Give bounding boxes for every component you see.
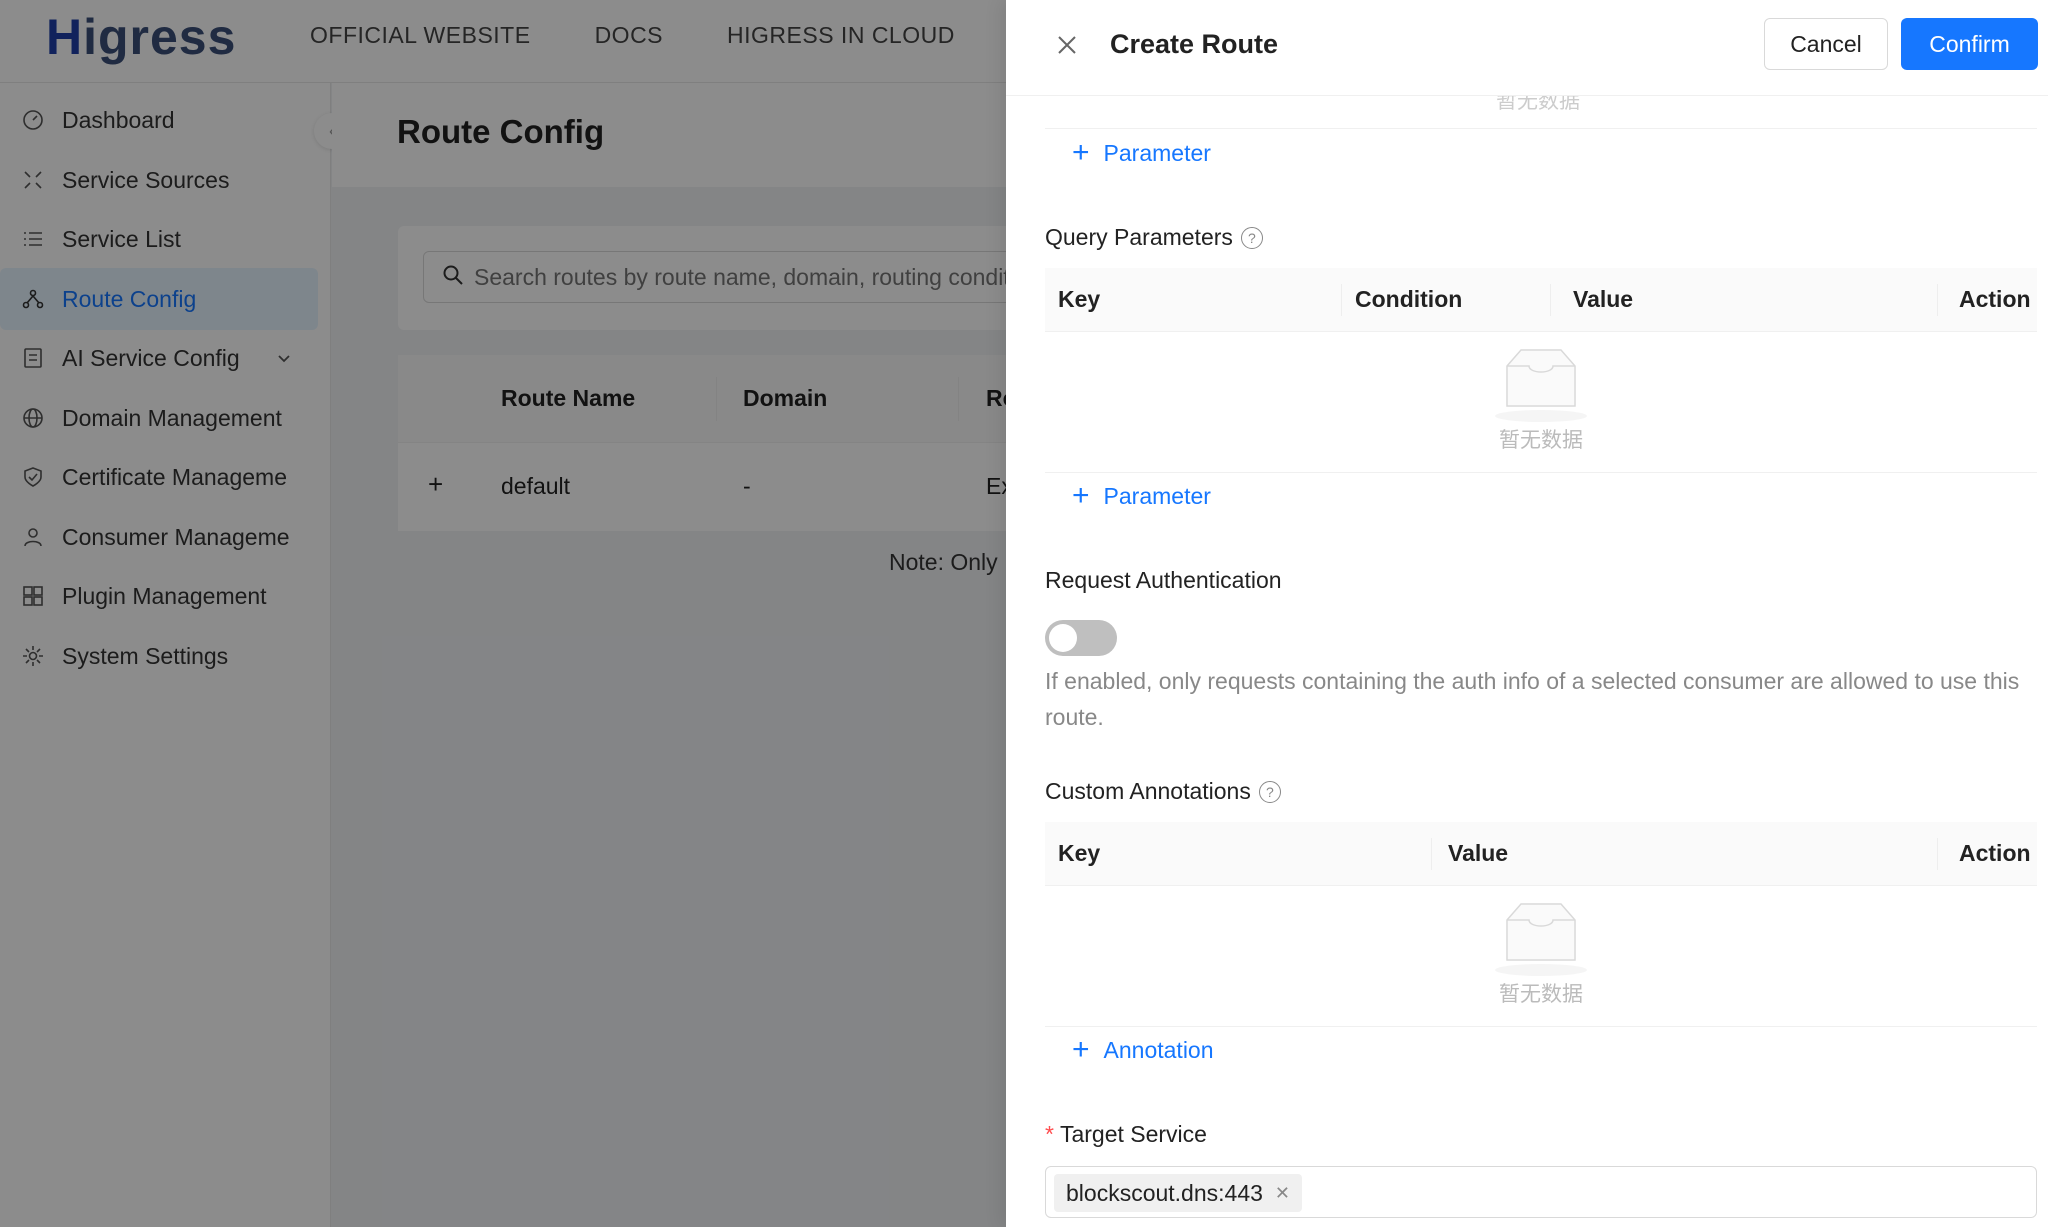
col-key: Key bbox=[1058, 840, 1101, 866]
add-parameter-label: Parameter bbox=[1103, 139, 1211, 166]
tag-close-icon[interactable]: ✕ bbox=[1275, 1183, 1290, 1204]
empty-text: 暂无数据 bbox=[1499, 429, 1583, 452]
query-parameters-text: Query Parameters bbox=[1045, 224, 1233, 250]
col-value: Value bbox=[1448, 840, 1509, 866]
col-action: Action bbox=[1959, 840, 2031, 866]
col-key: Key bbox=[1058, 286, 1101, 312]
divider bbox=[1045, 1026, 2037, 1027]
divider bbox=[1045, 128, 2037, 129]
custom-annotations-text: Custom Annotations bbox=[1045, 778, 1251, 804]
request-auth-toggle[interactable] bbox=[1045, 620, 1117, 656]
empty-text: 暂无数据 bbox=[1499, 983, 1583, 1006]
col-action: Action bbox=[1959, 286, 2031, 312]
custom-annotations-label: Custom Annotations ? bbox=[1045, 778, 1281, 805]
empty-box-icon bbox=[1495, 349, 1587, 422]
drawer-title: Create Route bbox=[1110, 29, 1279, 59]
query-parameters-empty: 暂无数据 bbox=[1045, 332, 2037, 472]
plus-icon: + bbox=[1072, 1033, 1090, 1066]
target-service-label: * Target Service bbox=[1045, 1121, 1207, 1148]
required-mark: * bbox=[1045, 1121, 1054, 1147]
help-icon[interactable]: ? bbox=[1240, 226, 1263, 249]
drawer-header: Create Route Cancel Confirm bbox=[1006, 0, 2048, 96]
target-service-text: Target Service bbox=[1059, 1121, 1207, 1147]
request-auth-label: Request Authentication bbox=[1045, 567, 1282, 593]
help-icon[interactable]: ? bbox=[1258, 780, 1281, 803]
divider bbox=[1045, 472, 2037, 473]
service-tag: blockscout.dns:443 ✕ bbox=[1054, 1174, 1302, 1212]
query-parameters-label: Query Parameters ? bbox=[1045, 224, 1263, 251]
col-condition: Condition bbox=[1355, 286, 1463, 312]
request-auth-help: If enabled, only requests containing the… bbox=[1045, 668, 2020, 730]
add-parameter-button[interactable]: + Parameter bbox=[1072, 138, 1211, 168]
close-icon[interactable] bbox=[1052, 30, 1082, 60]
plus-icon: + bbox=[1072, 136, 1090, 169]
plus-icon: + bbox=[1072, 479, 1090, 512]
query-parameters-table-header: Key Condition Value Action bbox=[1045, 268, 2037, 332]
add-parameter-label: Parameter bbox=[1103, 482, 1211, 509]
add-annotation-button[interactable]: + Annotation bbox=[1072, 1035, 1214, 1065]
confirm-button[interactable]: Confirm bbox=[1901, 18, 2038, 70]
annotations-empty: 暂无数据 bbox=[1045, 886, 2037, 1026]
service-tag-label: blockscout.dns:443 bbox=[1066, 1179, 1263, 1206]
target-service-select[interactable]: blockscout.dns:443 ✕ bbox=[1045, 1166, 2037, 1218]
annotations-table-header: Key Value Action bbox=[1045, 822, 2037, 886]
create-route-drawer: Create Route Cancel Confirm 暂无数据 + Param… bbox=[1006, 0, 2048, 1227]
cancel-button[interactable]: Cancel bbox=[1764, 18, 1888, 70]
empty-box-icon bbox=[1495, 903, 1587, 976]
add-query-parameter-button[interactable]: + Parameter bbox=[1072, 481, 1211, 511]
col-value: Value bbox=[1573, 286, 1634, 312]
toggle-knob bbox=[1049, 624, 1077, 652]
add-annotation-label: Annotation bbox=[1103, 1036, 1214, 1063]
